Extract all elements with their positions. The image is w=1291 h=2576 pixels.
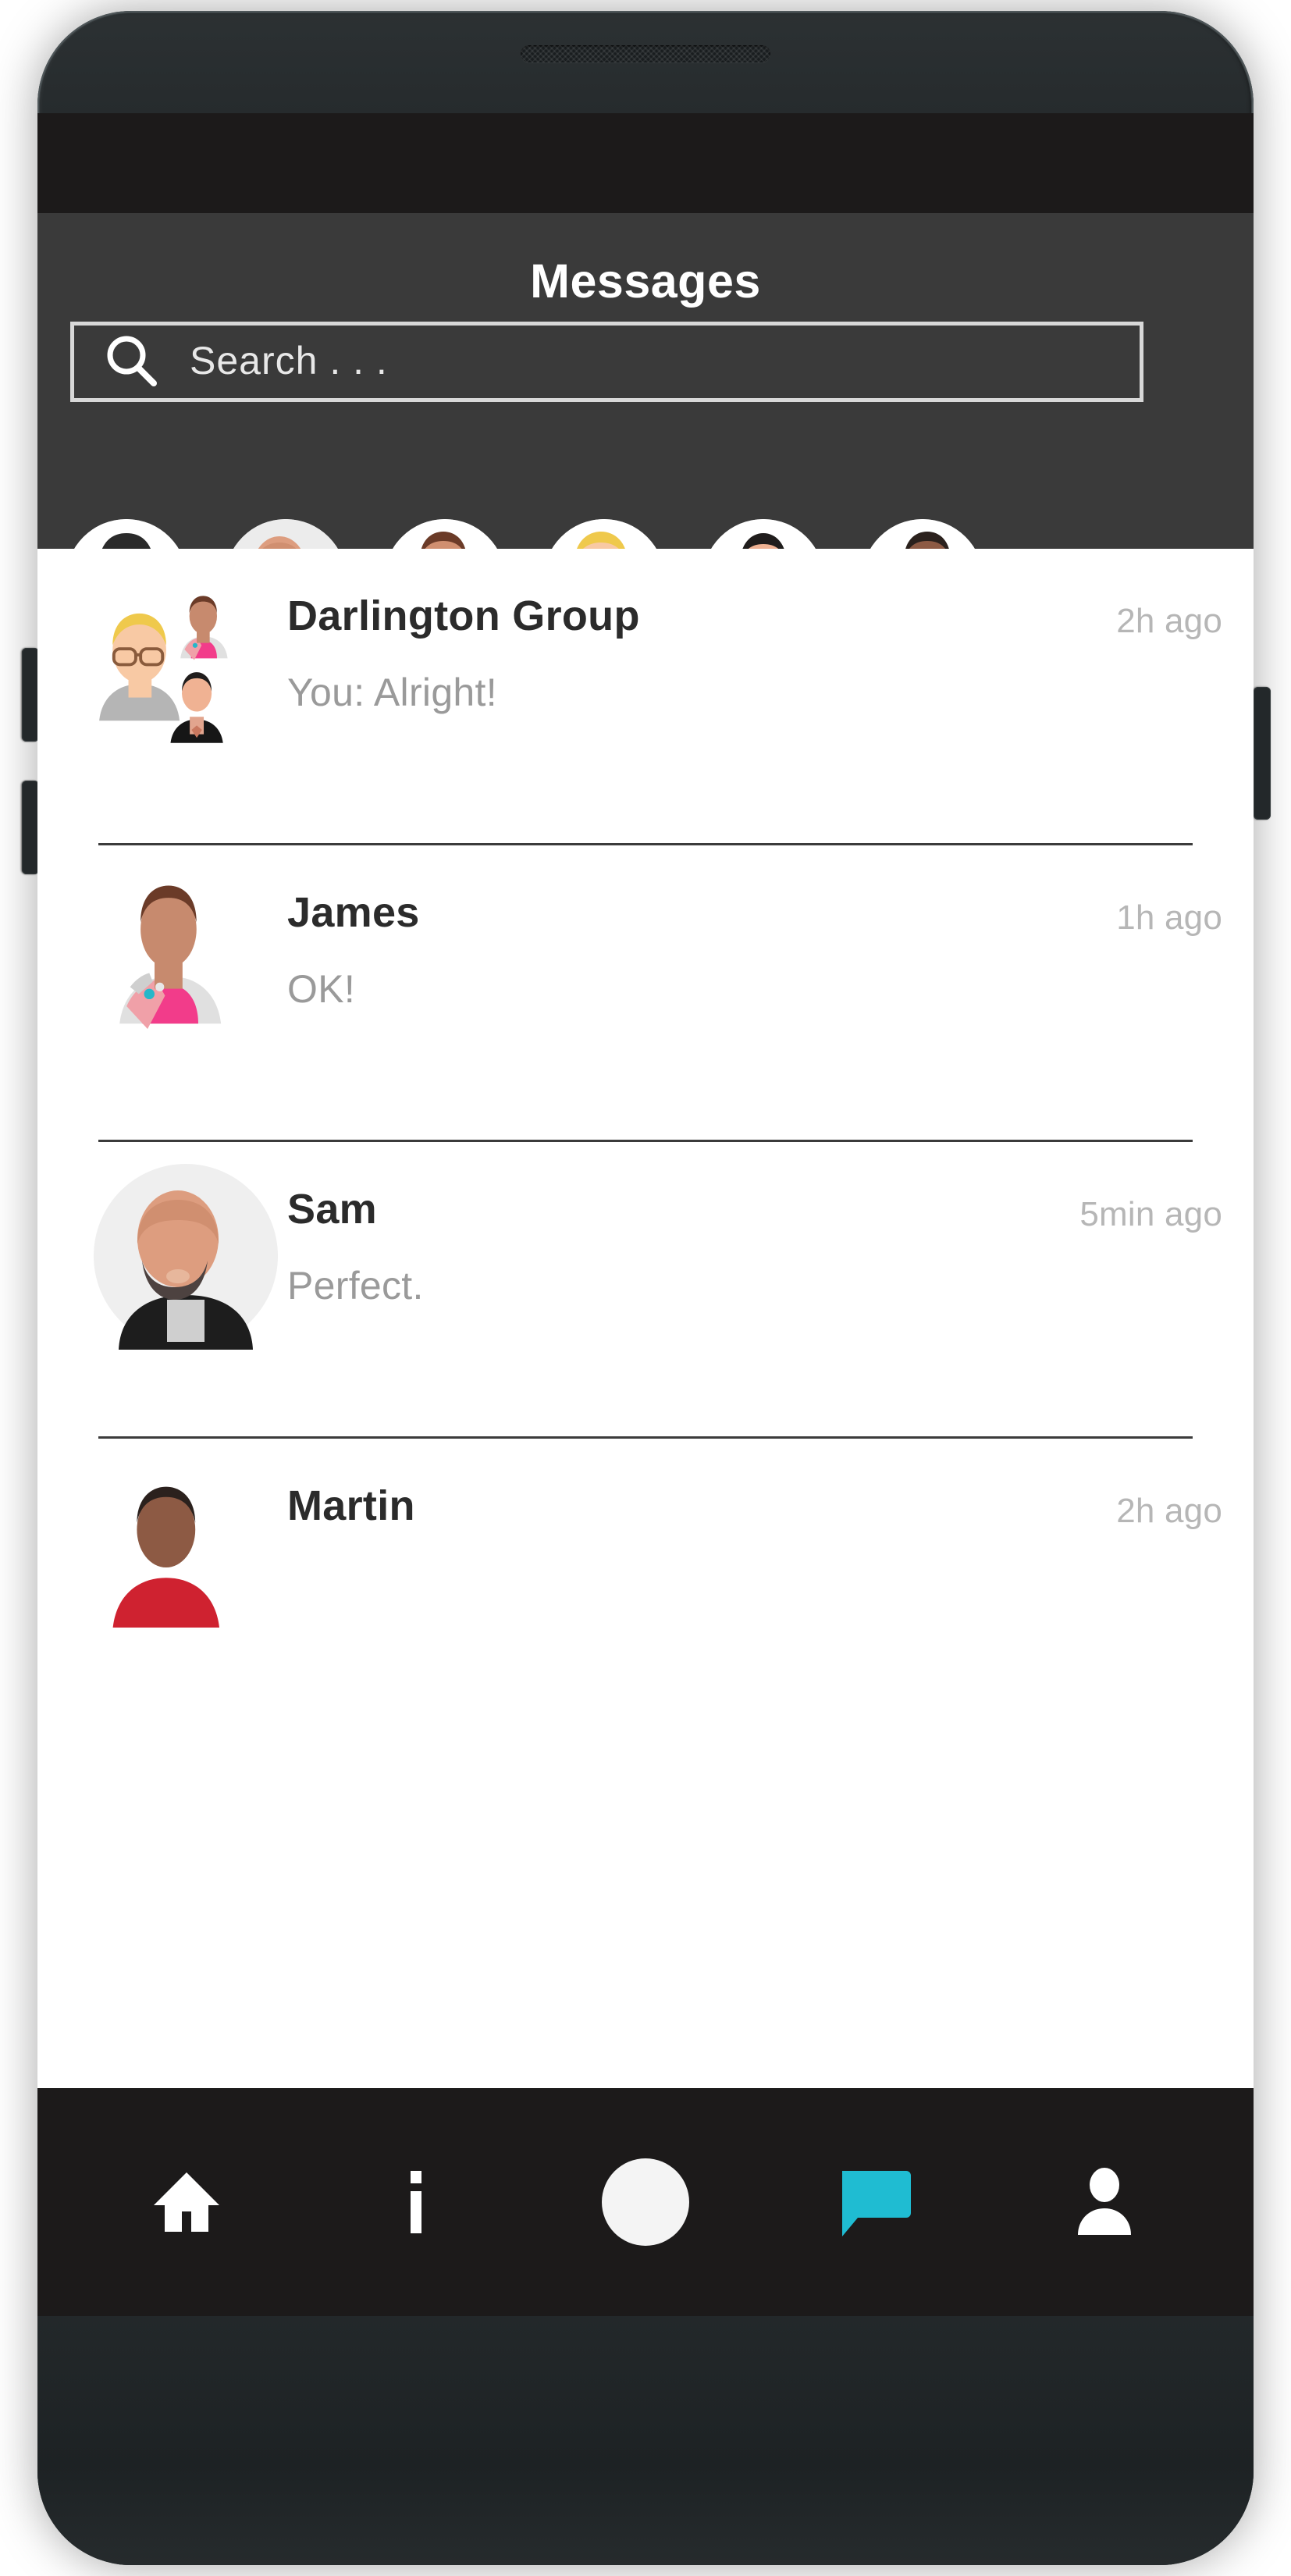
conversation-preview: OK! <box>287 966 356 1011</box>
conversation-list[interactable]: Darlington Group You: Alright! 2h ago Ja… <box>37 549 1254 1735</box>
person-icon <box>1067 2165 1142 2240</box>
chat-bubble-icon <box>834 2161 916 2243</box>
phone-screen: Messages Search . . . Darlington Group Y… <box>37 113 1254 2316</box>
power-button[interactable] <box>1254 687 1271 820</box>
conversation-name: James <box>287 889 420 936</box>
conversation-timestamp: 2h ago <box>1116 1492 1222 1530</box>
app-header: Messages <box>37 213 1254 641</box>
nav-item-capture[interactable] <box>575 2132 716 2272</box>
conversation-row[interactable]: Sam Perfect. 5min ago <box>37 1142 1254 1439</box>
conversation-preview: Perfect. <box>287 1263 424 1308</box>
page-title: Messages <box>530 254 761 308</box>
conversation-name: Darlington Group <box>287 592 640 639</box>
avatar <box>92 1462 272 1642</box>
nav-item-info[interactable] <box>346 2132 486 2272</box>
info-icon <box>379 2165 453 2240</box>
bottom-navigation-bar[interactable] <box>37 2088 1254 2316</box>
avatar <box>92 869 272 1048</box>
earpiece-speaker-grille <box>521 45 770 62</box>
camera-circle-icon <box>599 2155 692 2249</box>
conversation-timestamp: 1h ago <box>1116 898 1222 937</box>
search-bar[interactable] <box>70 322 1143 402</box>
conversation-preview: You: Alright! <box>287 670 497 714</box>
status-bar <box>37 113 1254 213</box>
volume-up-button[interactable] <box>22 648 39 742</box>
home-icon <box>149 2165 224 2240</box>
conversation-row[interactable]: Martin 2h ago <box>37 1439 1254 1735</box>
conversation-timestamp: 2h ago <box>1116 602 1222 640</box>
nav-item-messages[interactable] <box>805 2132 945 2272</box>
conversation-timestamp: 5min ago <box>1079 1195 1222 1233</box>
conversation-name: Martin <box>287 1482 415 1529</box>
conversation-row[interactable]: James OK! 1h ago <box>37 845 1254 1142</box>
search-input[interactable] <box>190 337 1140 383</box>
group-avatar <box>92 572 272 752</box>
nav-item-home[interactable] <box>116 2132 257 2272</box>
volume-down-button[interactable] <box>22 781 39 874</box>
nav-item-profile[interactable] <box>1034 2132 1175 2272</box>
search-icon <box>102 332 163 393</box>
conversation-row[interactable]: Darlington Group You: Alright! 2h ago <box>37 549 1254 845</box>
avatar <box>92 1162 279 1350</box>
